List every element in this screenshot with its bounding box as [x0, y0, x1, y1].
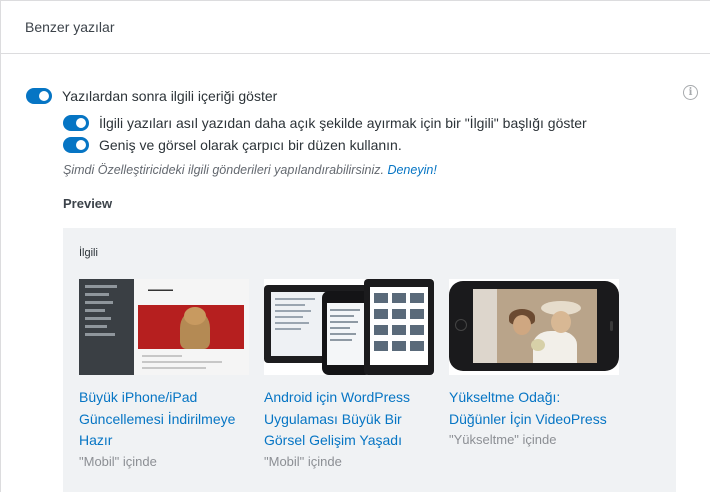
admin-sidebar	[79, 279, 134, 375]
wedding-video-frame	[473, 289, 597, 363]
show-headline-label: İlgili yazıları asıl yazıdan daha açık ş…	[99, 115, 587, 131]
toggle-knob	[76, 140, 86, 150]
show-thumbnails-setting: Geniş ve görsel olarak çarpıcı bir düzen…	[63, 137, 402, 153]
post-thumbnail[interactable]: ▬▬▬▬▬	[79, 279, 249, 375]
preview-panel: İlgili ▬▬▬▬▬ Büyük iPhone/iPad Güncellem…	[63, 228, 676, 492]
toggle-knob	[76, 118, 86, 128]
iphone-device	[449, 281, 619, 371]
post-category: "Mobil" içinde	[264, 453, 342, 469]
section-title: Benzer yazılar	[25, 19, 115, 35]
post-thumbnail[interactable]	[264, 279, 434, 375]
try-it-link[interactable]: Deneyin!	[387, 163, 436, 177]
post-category: "Yükseltme" içinde	[449, 432, 557, 447]
related-post: ▬▬▬▬▬ Büyük iPhone/iPad Güncellemesi İnd…	[79, 279, 249, 469]
show-thumbnails-toggle[interactable]	[63, 137, 89, 153]
customizer-hint: Şimdi Özelleştiricideki ilgili gönderile…	[63, 163, 437, 177]
show-related-setting: Yazılardan sonra ilgili içeriği göster	[26, 88, 277, 104]
post-thumbnail[interactable]	[449, 279, 619, 375]
show-related-toggle[interactable]	[26, 88, 52, 104]
post-title-link[interactable]: Android için WordPress Uygulaması Büyük …	[264, 387, 434, 452]
show-headline-setting: İlgili yazıları asıl yazıdan daha açık ş…	[63, 115, 587, 131]
post-title-link[interactable]: Yükseltme Odağı: Düğünler İçin VideoPres…	[449, 387, 619, 430]
hero-image	[138, 305, 244, 349]
related-heading: İlgili	[79, 247, 98, 259]
blog-page: ▬▬▬▬▬	[134, 279, 249, 375]
related-posts-card: Benzer yazılar i Yazılardan sonra ilgili…	[0, 0, 710, 492]
post-category: "Mobil" içinde	[79, 453, 157, 469]
toggle-knob	[39, 91, 49, 101]
info-icon[interactable]: i	[683, 85, 698, 100]
blog-name-mark: ▬▬▬▬▬	[148, 287, 173, 293]
hint-text: Şimdi Özelleştiricideki ilgili gönderile…	[63, 163, 384, 177]
post-title-link[interactable]: Büyük iPhone/iPad Güncellemesi İndirilme…	[79, 387, 249, 452]
card-header: Benzer yazılar	[1, 1, 710, 54]
show-thumbnails-label: Geniş ve görsel olarak çarpıcı bir düzen…	[99, 137, 402, 153]
preview-title: Preview	[63, 196, 113, 211]
show-headline-toggle[interactable]	[63, 115, 89, 131]
show-related-label: Yazılardan sonra ilgili içeriği göster	[62, 88, 278, 104]
related-post: Android için WordPress Uygulaması Büyük …	[264, 279, 434, 469]
second-tablet-device	[364, 279, 434, 375]
related-post: Yükseltme Odağı: Düğünler İçin VideoPres…	[449, 279, 619, 447]
